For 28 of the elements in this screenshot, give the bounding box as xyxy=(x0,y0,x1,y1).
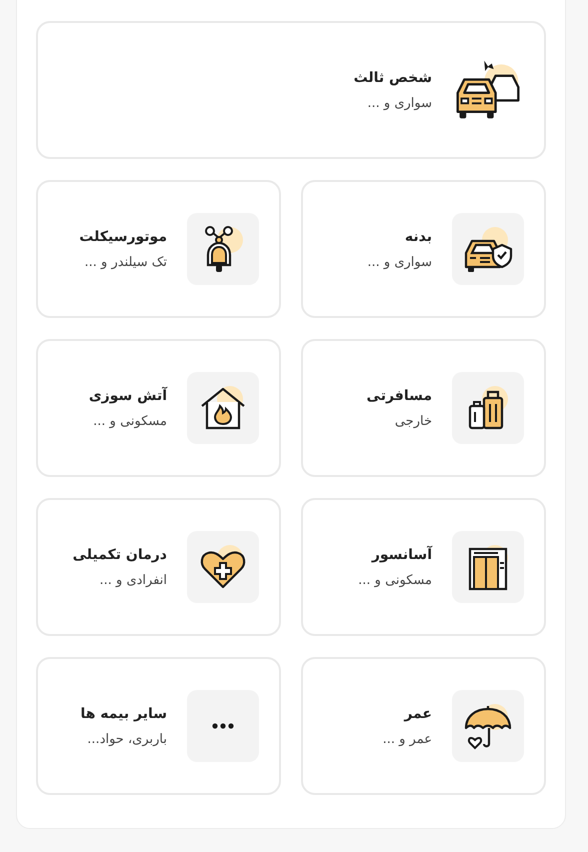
insurance-card[interactable]: آتش سوزی مسکونی و ... xyxy=(36,339,281,477)
card-subtitle: مسکونی و ... xyxy=(358,572,432,588)
insurance-card[interactable]: درمان تکمیلی انفرادی و ... xyxy=(36,498,281,636)
card-subtitle: سواری و ... xyxy=(367,254,432,270)
insurance-card[interactable]: عمر عمر و ... xyxy=(301,657,546,795)
card-title: مسافرتی xyxy=(366,388,432,404)
insurance-card[interactable]: سایر بیمه ها باربری، حواد... xyxy=(36,657,281,795)
card-title: درمان تکمیلی xyxy=(72,546,167,562)
card-title: سایر بیمه ها xyxy=(80,706,167,722)
card-title: آسانسور xyxy=(372,546,432,562)
card-subtitle: خارجی xyxy=(394,414,432,428)
card-title: موتورسیکلت xyxy=(79,228,167,244)
more-icon xyxy=(212,723,234,729)
card-title: بدنه xyxy=(404,228,432,244)
card-subtitle: انفرادی و ... xyxy=(100,572,167,588)
insurance-card[interactable]: آسانسور مسکونی و ... xyxy=(301,498,546,636)
card-subtitle: سواری و ... xyxy=(367,96,432,110)
card-title: آتش سوزی xyxy=(88,388,167,404)
card-subtitle: مسکونی و ... xyxy=(93,414,167,428)
card-title: شخص ثالث xyxy=(354,70,432,86)
insurance-card[interactable]: بدنه سواری و ... xyxy=(301,180,546,318)
card-subtitle: عمر و ... xyxy=(382,732,432,746)
insurance-card[interactable]: شخص ثالث سواری و ... xyxy=(36,21,546,159)
card-title: عمر xyxy=(404,706,432,722)
insurance-card[interactable]: مسافرتی خارجی xyxy=(301,339,546,477)
card-subtitle: تک سیلندر و ... xyxy=(84,254,167,270)
insurance-card[interactable]: موتورسیکلت تک سیلندر و ... xyxy=(36,180,281,318)
card-subtitle: باربری، حواد... xyxy=(87,732,167,746)
